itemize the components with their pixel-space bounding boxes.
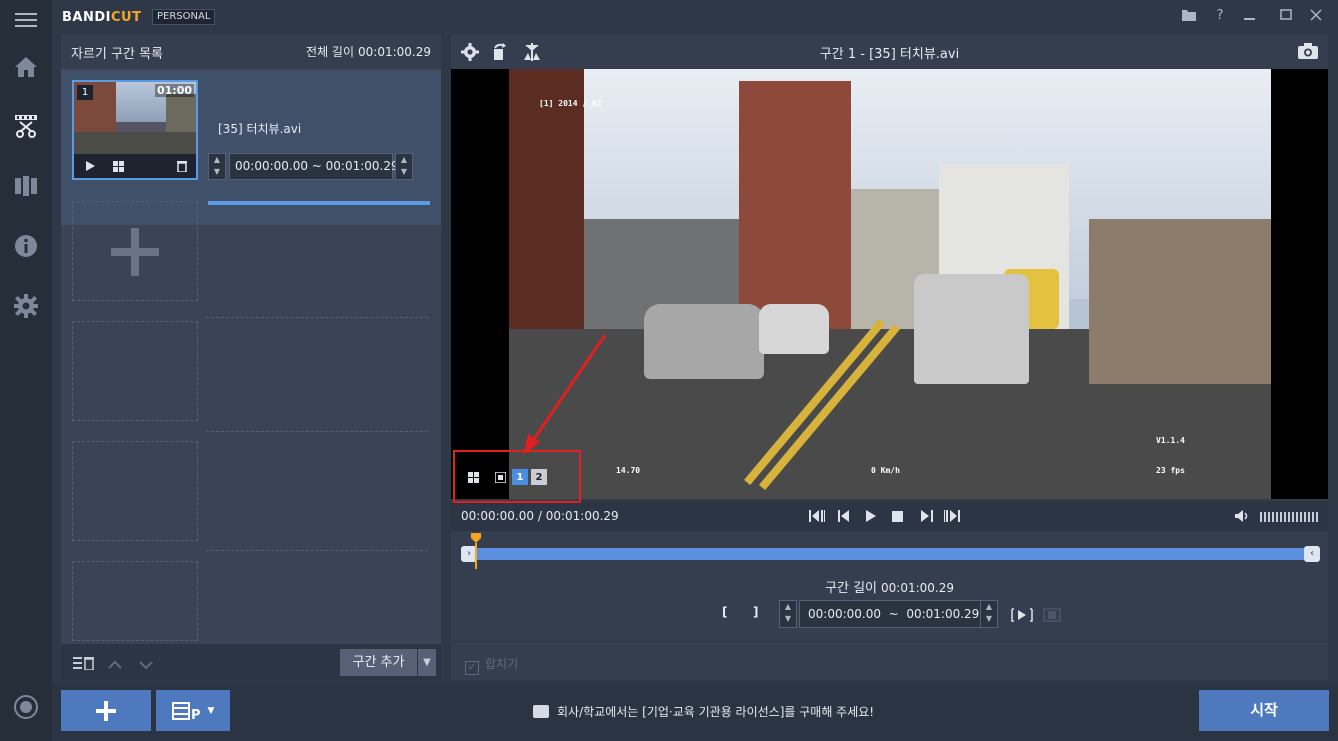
trash-icon[interactable] bbox=[174, 158, 190, 174]
move-up-icon[interactable] bbox=[108, 655, 122, 674]
merge-checkbox[interactable]: ✓ bbox=[465, 661, 479, 675]
segment-range-field[interactable]: 00:00:00.00 ~ 00:01:00.29 bbox=[229, 153, 399, 180]
add-segment-slot[interactable] bbox=[72, 201, 198, 301]
range-field[interactable]: 00:00:00.00 ~ 00:01:00.29 bbox=[799, 600, 987, 628]
range-end-stepper[interactable]: ▲ ▼ bbox=[980, 600, 998, 628]
play-range-icon[interactable] bbox=[1011, 607, 1033, 626]
segment-length-value: 00:01:00.29 bbox=[881, 581, 954, 595]
segment-filename: [35] 터치뷰.avi bbox=[218, 122, 302, 136]
segment-list-header: 자르기 구간 목록 전체 길이 00:01:00.29 bbox=[61, 35, 441, 68]
volume-icon[interactable] bbox=[1234, 508, 1252, 524]
maximize-icon[interactable] bbox=[1276, 5, 1296, 25]
help-icon[interactable]: ? bbox=[1210, 5, 1230, 25]
segment-list-title: 자르기 구간 목록 bbox=[71, 47, 163, 62]
empty-segment-slot bbox=[72, 441, 198, 541]
add-segment-dropdown[interactable]: ▼ bbox=[418, 649, 436, 676]
menu-icon[interactable] bbox=[0, 0, 52, 40]
next-frame-icon[interactable] bbox=[918, 508, 936, 524]
playhead-marker[interactable] bbox=[471, 533, 481, 569]
plus-icon bbox=[111, 228, 159, 276]
record-icon[interactable] bbox=[0, 687, 52, 727]
empty-segment-slot bbox=[72, 561, 198, 641]
merge-label: 합치기 bbox=[485, 657, 519, 671]
osd-value: 14.70 bbox=[616, 466, 641, 475]
total-time: 00:01:00.29 bbox=[545, 509, 619, 523]
message-icon bbox=[533, 705, 549, 718]
range-start-stepper[interactable]: ▲ ▼ bbox=[208, 153, 226, 180]
close-icon[interactable] bbox=[1306, 5, 1326, 25]
volume-slider[interactable] bbox=[1260, 512, 1318, 522]
app-logo: BANDICUT bbox=[62, 10, 142, 25]
play-icon[interactable] bbox=[82, 158, 98, 174]
grid-icon[interactable] bbox=[110, 158, 126, 174]
segment-list-panel: 자르기 구간 목록 전체 길이 00:01:00.29 1 01:00 [35] … bbox=[61, 35, 441, 680]
osd-version: V1.1.4 bbox=[1156, 436, 1185, 445]
snapshot-icon[interactable] bbox=[1298, 43, 1318, 63]
merge-option[interactable]: ✓ 합치기 bbox=[465, 655, 518, 675]
set-start-button[interactable]: [ bbox=[722, 605, 727, 619]
minimize-icon[interactable] bbox=[1240, 5, 1260, 25]
license-notice[interactable]: 회사/학교에서는 [기업·교육 기관용 라이선스]를 구매해 주세요! bbox=[533, 703, 874, 720]
total-length-value: 00:01:00.29 bbox=[358, 45, 431, 59]
timeline-end-handle[interactable]: ‹ bbox=[1304, 546, 1320, 562]
set-end-button[interactable]: ] bbox=[753, 605, 758, 619]
film-icon[interactable] bbox=[0, 166, 52, 206]
osd-speed: 0 Km/h bbox=[871, 466, 900, 475]
time-display: 00:00:00.00 / 00:01:00.29 bbox=[461, 509, 619, 523]
cut-icon[interactable] bbox=[0, 106, 52, 146]
total-length: 전체 길이 00:01:00.29 bbox=[302, 43, 431, 60]
output-mode-button[interactable]: P ▼ bbox=[156, 690, 230, 731]
segment-list-footer: 구간 추가 ▼ bbox=[61, 644, 441, 680]
home-icon[interactable] bbox=[0, 47, 52, 87]
timeline-track[interactable]: › ‹ bbox=[461, 546, 1320, 562]
title-bar: BANDICUT PERSONAL ? bbox=[52, 0, 1338, 33]
segment-index: 1 bbox=[77, 85, 93, 100]
segment-length: 구간 길이 00:01:00.29 bbox=[451, 577, 1328, 596]
total-length-label: 전체 길이 bbox=[306, 45, 355, 59]
stop-icon[interactable] bbox=[888, 508, 906, 524]
bandicut-window: BANDICUT PERSONAL ? 자르기 구간 목록 전체 길이 00:01… bbox=[0, 0, 1338, 741]
film-p-icon: P bbox=[171, 701, 201, 721]
segment-progress-bar bbox=[208, 201, 430, 205]
svg-text:P: P bbox=[191, 708, 201, 721]
segment-duration: 01:00 bbox=[154, 84, 194, 97]
prev-frame-icon[interactable] bbox=[835, 508, 853, 524]
chevron-down-icon: ▼ bbox=[207, 705, 215, 716]
play-icon[interactable] bbox=[862, 508, 880, 524]
annotation-arrow bbox=[523, 334, 607, 455]
preview-header: 구간 1 - [35] 터치뷰.avi bbox=[451, 35, 1328, 68]
empty-segment-slot bbox=[72, 321, 198, 421]
add-segment-button[interactable]: 구간 추가 bbox=[340, 649, 417, 676]
move-down-icon[interactable] bbox=[139, 655, 153, 674]
range-start-stepper[interactable]: ▲ ▼ bbox=[779, 600, 797, 628]
edition-badge: PERSONAL bbox=[152, 9, 216, 25]
add-file-button[interactable] bbox=[61, 690, 151, 731]
segment-length-label: 구간 길이 bbox=[825, 581, 877, 596]
playback-controls: 00:00:00.00 / 00:01:00.29 bbox=[451, 501, 1328, 531]
info-icon[interactable] bbox=[0, 226, 52, 266]
video-frame: [1] 2014 / 02 14.70 0 Km/h V1.1.4 23 fps bbox=[509, 69, 1271, 499]
skip-back-icon[interactable] bbox=[808, 508, 826, 524]
plus-icon bbox=[96, 700, 116, 721]
segment-thumbnail[interactable]: 1 01:00 bbox=[72, 80, 198, 180]
start-button[interactable]: 시작 bbox=[1199, 690, 1329, 731]
list-delete-icon[interactable] bbox=[73, 655, 95, 674]
settings-icon[interactable] bbox=[0, 286, 52, 326]
range-end-stepper[interactable]: ▲ ▼ bbox=[395, 153, 413, 180]
side-rail bbox=[0, 0, 52, 741]
preview-title: 구간 1 - [35] 터치뷰.avi bbox=[819, 47, 960, 62]
stop-range-icon[interactable] bbox=[1043, 607, 1061, 626]
folder-icon[interactable] bbox=[1179, 5, 1199, 25]
skip-forward-icon[interactable] bbox=[943, 508, 961, 524]
osd-fps: 23 fps bbox=[1156, 466, 1185, 475]
range-editor: [ ] ▲ ▼ 00:00:00.00 ~ 00:01:00.29 ▲ ▼ bbox=[721, 600, 1081, 628]
bottom-bar: P ▼ 회사/학교에서는 [기업·교육 기관용 라이선스]를 구매해 주세요! … bbox=[52, 683, 1338, 741]
segment-range: ▲ ▼ 00:00:00.00 ~ 00:01:00.29 ▲ ▼ bbox=[208, 153, 413, 180]
osd-top-left: [1] 2014 / 02 bbox=[539, 99, 602, 108]
current-time: 00:00:00.00 bbox=[461, 509, 534, 523]
